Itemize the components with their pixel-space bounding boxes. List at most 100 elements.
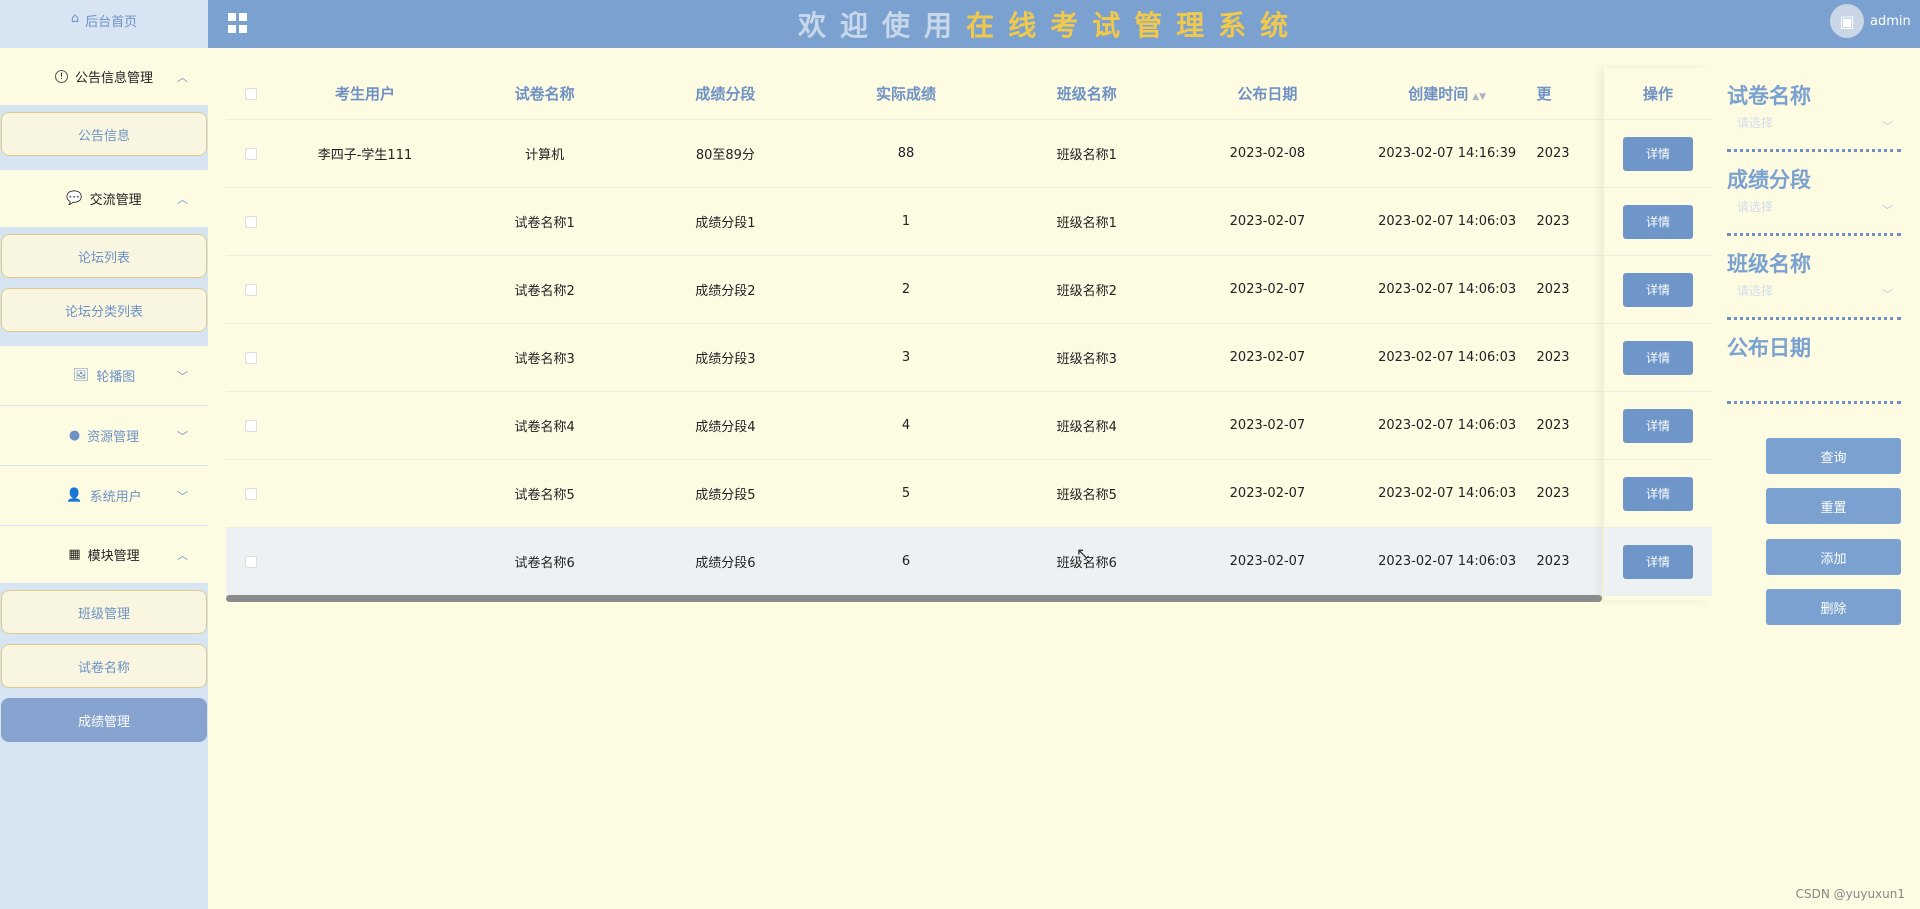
table-cell: 试卷名称1 [514, 216, 575, 231]
table-cell: 试卷名称3 [514, 352, 575, 367]
filter-class-select[interactable]: 请选择 ﹀ [1727, 278, 1901, 320]
table-cell: 2023-02-07 [1229, 418, 1306, 433]
user-icon: 👤 [66, 488, 83, 503]
filter-class-label: 班级名称 [1727, 252, 1811, 276]
table-cell: 试卷名称2 [514, 284, 575, 299]
col-header-user: 考生用户 [334, 85, 395, 103]
sidebar-item-home[interactable]: ⌂ 后台首页 [0, 0, 208, 48]
detail-button[interactable]: 详情 [1623, 204, 1693, 239]
table-cell: 2023-02-07 [1229, 554, 1306, 569]
sidebar-group-label: 交流管理 [89, 193, 142, 208]
col-header-segment: 成绩分段 [695, 85, 756, 103]
chevron-down-icon: ﹀ [1882, 204, 1893, 217]
chevron-down-icon: ﹀ [1882, 288, 1893, 301]
detail-button[interactable]: 详情 [1623, 408, 1693, 443]
reset-button[interactable]: 重置 [1766, 488, 1901, 524]
menu-toggle-icon[interactable] [228, 13, 248, 33]
row-checkbox[interactable] [244, 351, 257, 364]
table-row[interactable]: 试卷名称5 成绩分段5 5 班级名称5 2023-02-07 2023-02-07 14:… [226, 460, 1602, 528]
sidebar-item-class[interactable]: 班级管理 [1, 590, 207, 634]
row-checkbox[interactable] [244, 555, 257, 568]
table-cell: 2023 [1536, 554, 1570, 569]
sidebar-group-users[interactable]: 👤 系统用户 ﹀ [0, 466, 208, 526]
detail-button[interactable]: 详情 [1623, 544, 1693, 579]
table-cell: 4 [901, 418, 911, 433]
chat-icon: 💬 [66, 191, 83, 206]
col-header-publish-date: 公布日期 [1237, 85, 1298, 103]
table-cell: 李四子-学生111 [317, 148, 413, 163]
table-cell: 2023-02-07 14:06:03 [1378, 214, 1517, 229]
detail-button[interactable]: 详情 [1623, 136, 1693, 171]
sidebar-item-forum-category[interactable]: 论坛分类列表 [1, 288, 207, 332]
sidebar-group-modules[interactable]: ▦ 模块管理 ︿ [0, 526, 208, 584]
filter-paper-select[interactable]: 请选择 ﹀ [1727, 110, 1901, 152]
sidebar-item-score[interactable]: 成绩管理 [1, 698, 207, 742]
table-cell: 2023 [1536, 282, 1570, 297]
home-icon: ⌂ [70, 11, 80, 26]
filter-date-input[interactable] [1727, 362, 1901, 404]
table-cell: 5 [901, 486, 911, 501]
table-cell: 2023 [1536, 214, 1570, 229]
sidebar-item-notice-info[interactable]: 公告信息 [1, 112, 207, 156]
row-checkbox[interactable] [244, 283, 257, 296]
row-checkbox[interactable] [244, 487, 257, 500]
table-cell: 2023-02-08 [1229, 146, 1306, 161]
table-cell: 2023-02-07 14:06:03 [1378, 350, 1517, 365]
table-cell: 88 [897, 146, 915, 161]
row-checkbox[interactable] [244, 147, 257, 160]
sidebar-group-carousel[interactable]: 🖼 轮播图 ﹀ [0, 346, 208, 406]
table-cell: 班级名称4 [1056, 420, 1117, 435]
detail-button[interactable]: 详情 [1623, 340, 1693, 375]
query-button[interactable]: 查询 [1766, 438, 1901, 474]
avatar[interactable]: ▣ [1830, 4, 1864, 38]
sidebar-group-resources[interactable]: ● 资源管理 ﹀ [0, 406, 208, 466]
table-cell: 2023 [1536, 350, 1570, 365]
table-cell: 2023-02-07 14:06:03 [1378, 418, 1517, 433]
sidebar-group-forum[interactable]: 💬 交流管理 ︿ [0, 170, 208, 228]
chevron-down-icon: ﹀ [177, 369, 188, 383]
col-header-paper: 试卷名称 [514, 85, 575, 103]
detail-button[interactable]: 详情 [1623, 272, 1693, 307]
horizontal-scrollbar[interactable] [226, 595, 1602, 602]
delete-button[interactable]: 删除 [1766, 589, 1901, 625]
sort-icon[interactable]: ▲▼ [1472, 92, 1486, 102]
sidebar-item-paper[interactable]: 试卷名称 [1, 644, 207, 688]
table-row[interactable]: 试卷名称6 成绩分段6 6 班级名称6 2023-02-07 2023-02-07 14:… [226, 528, 1602, 596]
table-row[interactable]: 试卷名称3 成绩分段3 3 班级名称3 2023-02-07 2023-02-07 14:… [226, 324, 1602, 392]
sidebar-group-notice[interactable]: ! 公告信息管理 ︿ [0, 48, 208, 106]
filter-segment-label: 成绩分段 [1727, 168, 1811, 192]
row-checkbox[interactable] [244, 215, 257, 228]
filter-segment-select[interactable]: 请选择 ﹀ [1727, 194, 1901, 236]
sidebar-item-label: 后台首页 [85, 15, 138, 30]
image-icon: 🖼 [72, 368, 90, 383]
table-cell: 2023-02-07 14:06:03 [1378, 554, 1517, 569]
page-title: 欢迎使用在线考试管理系统 [798, 9, 1303, 42]
grid-icon: ▦ [68, 547, 81, 562]
top-header: 欢迎使用在线考试管理系统 ▣ admin [208, 0, 1920, 48]
table-cell: 班级名称1 [1056, 148, 1117, 163]
col-header-created[interactable]: 创建时间 ▲▼ [1358, 83, 1537, 104]
table-header: 考生用户 试卷名称 成绩分段 实际成绩 班级名称 公布日期 创建时间 ▲▼ 更 [226, 68, 1602, 120]
table-cell: 成绩分段1 [695, 216, 756, 231]
chevron-up-icon: ︿ [177, 548, 188, 562]
chevron-down-icon: ﹀ [177, 489, 188, 503]
sidebar-group-label: 公告信息管理 [74, 71, 153, 86]
table-row[interactable]: 试卷名称1 成绩分段1 1 班级名称1 2023-02-07 2023-02-07 14:… [226, 188, 1602, 256]
add-button[interactable]: 添加 [1766, 539, 1901, 575]
sidebar-group-label: 资源管理 [87, 430, 140, 445]
username[interactable]: admin [1870, 14, 1911, 29]
resource-icon: ● [68, 428, 81, 443]
detail-button[interactable]: 详情 [1623, 476, 1693, 511]
table-row[interactable]: 李四子-学生111 计算机 80至89分 88 班级名称1 2023-02-08 2023-… [226, 120, 1602, 188]
sidebar-group-label: 轮播图 [96, 370, 136, 385]
chevron-down-icon: ﹀ [177, 429, 188, 443]
table-cell: 2023 [1536, 418, 1570, 433]
select-all-checkbox[interactable] [244, 87, 257, 100]
table-row[interactable]: 试卷名称4 成绩分段4 4 班级名称4 2023-02-07 2023-02-07 14:… [226, 392, 1602, 460]
table-row[interactable]: 试卷名称2 成绩分段2 2 班级名称2 2023-02-07 2023-02-07 14:… [226, 256, 1602, 324]
table-cell: 2023-02-07 [1229, 214, 1306, 229]
sidebar: ⌂ 后台首页 ! 公告信息管理 ︿ 公告信息 💬 交流管理 ︿ 论坛列表 论坛分… [0, 0, 208, 909]
sidebar-item-forum-list[interactable]: 论坛列表 [1, 234, 207, 278]
row-checkbox[interactable] [244, 419, 257, 432]
col-header-class: 班级名称 [1056, 85, 1117, 103]
